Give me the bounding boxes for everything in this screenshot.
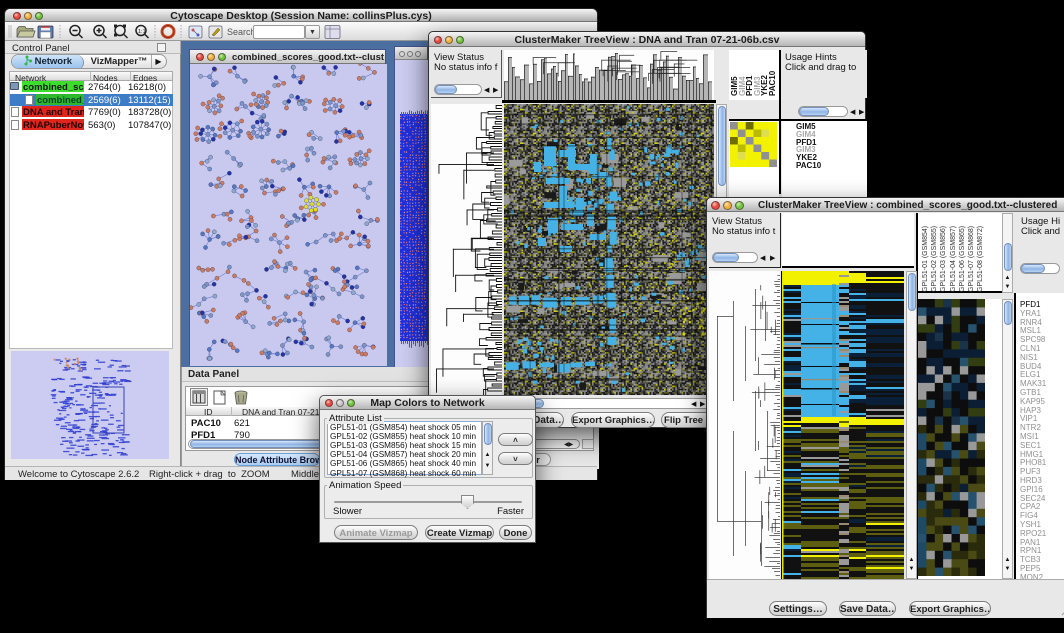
svg-text:1:1: 1:1: [138, 29, 146, 35]
